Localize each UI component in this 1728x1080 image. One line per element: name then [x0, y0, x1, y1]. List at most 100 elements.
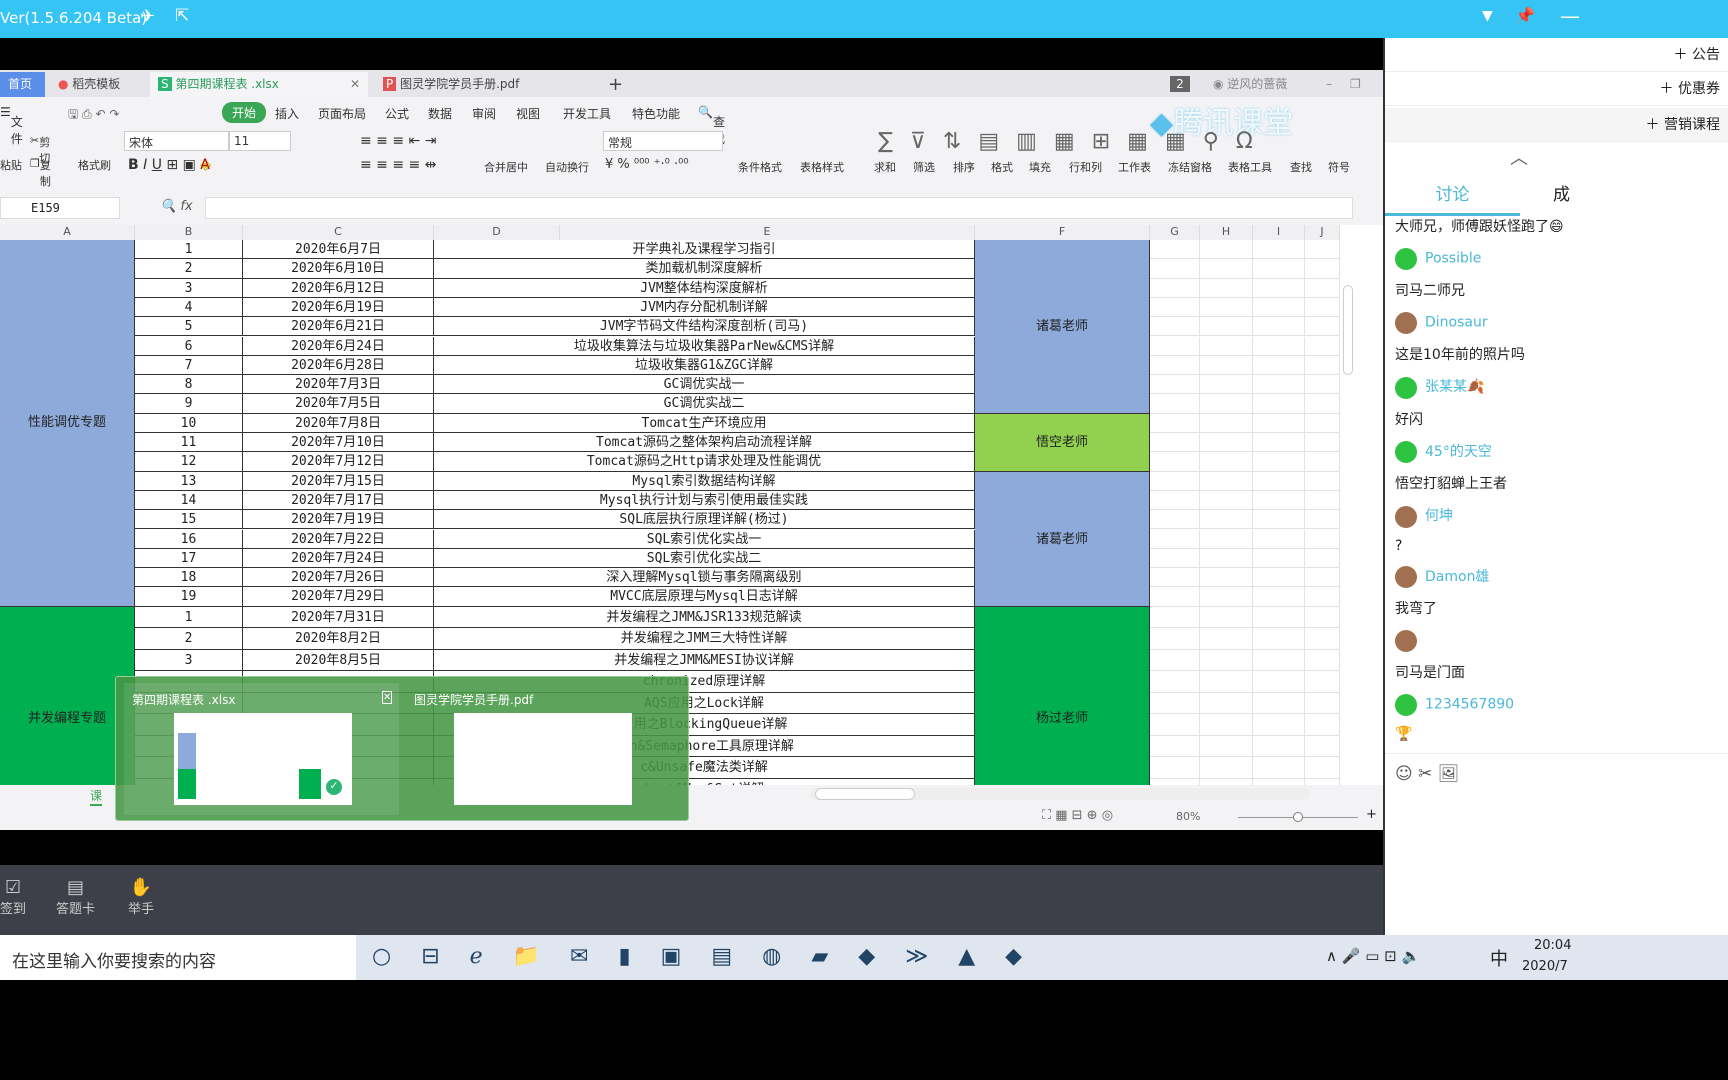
cell-group[interactable]: 性能调优专题: [0, 240, 135, 607]
cell-date[interactable]: 2020年6月21日: [243, 317, 434, 337]
cell-topic[interactable]: JVM整体结构深度解析: [434, 278, 975, 298]
cell-teacher[interactable]: 诸葛老师: [975, 240, 1150, 414]
cell-date[interactable]: 2020年8月2日: [243, 628, 434, 650]
chat-username[interactable]: 张某某🍂: [1425, 379, 1484, 395]
zoom-slider-thumb[interactable]: [1293, 812, 1303, 822]
column-header-J[interactable]: J: [1305, 225, 1340, 240]
user-avatar[interactable]: [1395, 505, 1417, 528]
view-mode-icons[interactable]: ⛶ ▦ ⊟ ⊕ ◎: [1042, 808, 1113, 823]
preview-xlsx[interactable]: 第四期课程表 .xlsx ✕ ✓: [124, 683, 399, 815]
tab-home[interactable]: 首页: [0, 72, 45, 97]
tab-docer[interactable]: ● 稻壳模板: [50, 72, 145, 97]
cell-lesson-number[interactable]: 1: [135, 606, 243, 629]
freeze-panes-button[interactable]: 冻结窗格: [1168, 159, 1212, 175]
horizontal-scrollbar[interactable]: [810, 788, 1310, 800]
worksheet-button[interactable]: 工作表: [1118, 159, 1151, 175]
cell-lesson-number[interactable]: 15: [135, 510, 243, 530]
cell-topic[interactable]: JVM字节码文件结构深度剖析(司马): [434, 317, 975, 337]
format-button[interactable]: 格式: [991, 159, 1013, 175]
table-tools-button[interactable]: 表格工具: [1228, 159, 1272, 175]
menu-features[interactable]: 特色功能: [632, 105, 680, 122]
cell-date[interactable]: 2020年7月19日: [243, 510, 434, 530]
cell-topic[interactable]: JVM内存分配机制详解: [434, 297, 975, 318]
cell-date[interactable]: 2020年6月12日: [243, 278, 434, 298]
tab-xlsx[interactable]: S 第四期课程表 .xlsx ✕: [150, 72, 368, 97]
menu-review[interactable]: 审阅: [472, 105, 496, 122]
preview-pdf[interactable]: 图灵学院学员手册.pdf: [406, 683, 681, 815]
cell-date[interactable]: 2020年6月28日: [243, 355, 434, 376]
tab-achievement[interactable]: 成: [1553, 178, 1570, 212]
row-column-button[interactable]: 行和列: [1069, 159, 1102, 175]
clock-date[interactable]: 2020/7: [1522, 959, 1568, 974]
image-icon[interactable]: 🖼: [1438, 764, 1460, 784]
chat-username[interactable]: 1234567890: [1425, 697, 1514, 713]
wrap-text-button[interactable]: 自动换行: [545, 159, 589, 175]
cell-topic[interactable]: GC调优实战一: [434, 375, 975, 395]
cell-topic[interactable]: 深入理解Mysql锁与事务隔离级别: [434, 568, 975, 588]
user-avatar[interactable]: [1395, 630, 1417, 652]
cell-topic[interactable]: 并发编程之JMM&JSR133规范解读: [434, 606, 975, 629]
coupon-button[interactable]: ＋ 优惠券: [1385, 72, 1728, 106]
restore-button[interactable]: ❐: [1342, 72, 1361, 97]
cell-lesson-number[interactable]: 12: [135, 452, 243, 472]
paste-button[interactable]: 粘贴: [0, 157, 22, 173]
cell-topic[interactable]: Tomcat源码之Http请求处理及性能调优: [434, 452, 975, 472]
user-account[interactable]: ◉ 逆风的蔷薇: [1205, 72, 1287, 97]
column-header-H[interactable]: H: [1200, 225, 1253, 240]
tab-pdf[interactable]: P 图灵学院学员手册.pdf: [375, 72, 595, 97]
cell-lesson-number[interactable]: 7: [135, 355, 243, 376]
font-select[interactable]: 宋体: [124, 131, 229, 151]
column-header-C[interactable]: C: [243, 225, 434, 240]
share-icon[interactable]: ⇱: [175, 6, 189, 26]
cell-lesson-number[interactable]: 16: [135, 529, 243, 549]
menu-start[interactable]: 开始: [222, 102, 267, 123]
column-header-G[interactable]: G: [1150, 225, 1200, 240]
cell-date[interactable]: 2020年7月8日: [243, 413, 434, 433]
minimize-button[interactable]: –: [1318, 72, 1332, 97]
horizontal-align-buttons[interactable]: ≡ ≡ ≡ ≡ ⇹: [360, 157, 436, 173]
cell-lesson-number[interactable]: 5: [135, 317, 243, 337]
pin-icon[interactable]: 📌: [1515, 6, 1535, 25]
ime-indicator[interactable]: 中: [1490, 945, 1508, 971]
marketing-course-button[interactable]: ＋ 营销课程: [1385, 108, 1728, 142]
cell-topic[interactable]: Mysql索引数据结构详解: [434, 471, 975, 491]
menu-page-layout[interactable]: 页面布局: [318, 105, 366, 122]
cell-topic[interactable]: MVCC底层原理与Mysql日志详解: [434, 587, 975, 607]
cell-lesson-number[interactable]: 8: [135, 375, 243, 395]
menu-view[interactable]: 视图: [516, 105, 540, 122]
column-header-B[interactable]: B: [135, 225, 243, 240]
cell-topic[interactable]: 并发编程之JMM&MESI协议详解: [434, 649, 975, 672]
zoom-slider[interactable]: [1238, 812, 1358, 822]
cut-button[interactable]: ✂ 剪切: [30, 134, 50, 165]
emoji-icon[interactable]: ☺: [1395, 764, 1413, 784]
zoom-in-button[interactable]: +: [1366, 807, 1377, 822]
scissors-icon[interactable]: ✂: [1418, 764, 1432, 784]
cell-topic[interactable]: GC调优实战二: [434, 394, 975, 414]
menu-formula[interactable]: 公式: [385, 105, 409, 122]
close-icon[interactable]: ✕: [350, 72, 360, 97]
menu-search[interactable]: 🔍查找: [698, 105, 725, 146]
fx-icon[interactable]: 🔍 fx: [160, 199, 193, 214]
new-tab-button[interactable]: +: [600, 72, 623, 97]
taskbar-app-icons[interactable]: ○⊟ℯ📁✉▮▣▤◍▰◆≫▲◆: [372, 944, 1052, 969]
alignment-buttons[interactable]: ≡ ≡ ≡ ⇤ ⇥: [360, 133, 436, 149]
raise-hand-button[interactable]: ✋ 举手: [128, 877, 154, 917]
menu-data[interactable]: 数据: [428, 105, 452, 122]
cell-date[interactable]: 2020年7月22日: [243, 529, 434, 549]
merge-center-button[interactable]: 合并居中: [484, 159, 528, 175]
announcement-button[interactable]: ＋ 公告: [1385, 38, 1728, 72]
cell-lesson-number[interactable]: 3: [135, 649, 243, 672]
taskbar-search-input[interactable]: 在这里输入你要搜索的内容: [0, 935, 356, 980]
cell-lesson-number[interactable]: 13: [135, 471, 243, 491]
find-button[interactable]: 查找: [1290, 159, 1312, 175]
cell-date[interactable]: 2020年7月15日: [243, 471, 434, 491]
column-header-A[interactable]: A: [0, 225, 135, 240]
chat-username[interactable]: Possible: [1425, 251, 1481, 267]
menu-developer[interactable]: 开发工具: [563, 105, 611, 122]
quick-access-icons[interactable]: 🖫 ⎙ ↶ ↷: [68, 105, 119, 126]
scrollbar-thumb[interactable]: [815, 788, 915, 800]
cell-topic[interactable]: SQL索引优化实战一: [434, 529, 975, 549]
airplane-icon[interactable]: ✈: [140, 6, 155, 27]
cell-lesson-number[interactable]: 14: [135, 490, 243, 511]
cell-date[interactable]: 2020年6月24日: [243, 336, 434, 356]
